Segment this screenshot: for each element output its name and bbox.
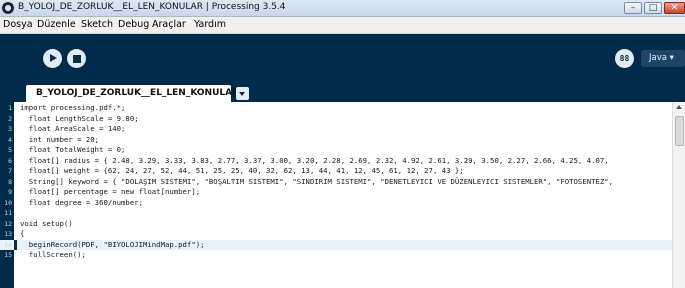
code-line[interactable]: 15 fullScreen(); bbox=[0, 250, 672, 261]
code-text[interactable]: float[] weight = {62, 24, 27, 52, 44, 51… bbox=[20, 166, 464, 177]
line-number: 1 bbox=[8, 104, 12, 112]
menu-yardim[interactable]: Yardım bbox=[194, 19, 226, 30]
code-text[interactable]: float LengthScale = 9.80; bbox=[20, 114, 139, 125]
code-text[interactable]: float[] percentage = new float[number]; bbox=[20, 187, 200, 198]
line-number: 12 bbox=[4, 219, 12, 228]
toolbar: 88 Java ▾ bbox=[0, 34, 685, 83]
code-line[interactable]: 4 int number = 20; bbox=[0, 135, 672, 146]
line-number: 8 bbox=[8, 177, 12, 186]
code-line[interactable]: 9 float[] percentage = new float[number]… bbox=[0, 187, 672, 198]
menu-debug[interactable]: Debug bbox=[118, 19, 149, 30]
code-text[interactable]: beginRecord(PDF, "BIYOLOJIMindMap.pdf"); bbox=[20, 240, 205, 251]
line-number: 14 bbox=[4, 240, 12, 249]
code-line[interactable]: 11 bbox=[0, 208, 672, 219]
stop-button[interactable] bbox=[67, 49, 86, 68]
line-number: 9 bbox=[8, 188, 12, 196]
processing-app-icon bbox=[2, 2, 14, 14]
window-title: B_YOLOJ_DE_ZORLUK__EL_LEN_KONULAR | Proc… bbox=[18, 2, 286, 12]
line-number: 13 bbox=[4, 230, 12, 238]
code-text[interactable]: import processing.pdf.*; bbox=[20, 103, 125, 114]
line-number: 6 bbox=[8, 156, 12, 165]
line-number: 2 bbox=[8, 114, 12, 123]
tab-label: B_YOLOJ_DE_ZORLUK__EL_LEN_KONULAR bbox=[36, 88, 240, 98]
active-line-marker bbox=[14, 239, 17, 250]
title-bar: B_YOLOJ_DE_ZORLUK__EL_LEN_KONULAR | Proc… bbox=[0, 0, 685, 17]
line-number: 10 bbox=[4, 198, 12, 207]
code-text[interactable]: int number = 20; bbox=[20, 135, 99, 146]
line-number: 7 bbox=[8, 167, 12, 175]
code-line[interactable]: 12 void setup() bbox=[0, 219, 672, 230]
stop-icon bbox=[72, 54, 81, 63]
mode-selector[interactable]: Java ▾ bbox=[641, 50, 685, 67]
code-line[interactable]: 14 beginRecord(PDF, "BIYOLOJIMindMap.pdf… bbox=[0, 239, 672, 251]
code-text[interactable]: float TotalWeight = 0; bbox=[20, 145, 126, 156]
menu-duzenle[interactable]: Düzenle bbox=[37, 19, 76, 30]
code-line[interactable]: 3 float AreaScale = 140; bbox=[0, 124, 672, 135]
debugger-button[interactable]: 88 bbox=[615, 49, 634, 68]
code-line[interactable]: 1 import processing.pdf.*; bbox=[0, 103, 672, 114]
code-line[interactable]: 7 float[] weight = {62, 24, 27, 52, 44, … bbox=[0, 166, 672, 177]
code-line[interactable]: 8 String[] keyword = { "DOLAŞIM SISTEMI"… bbox=[0, 177, 672, 188]
menu-araclar[interactable]: Araçlar bbox=[152, 19, 186, 30]
line-number: 3 bbox=[8, 125, 12, 133]
maximize-button[interactable]: □ bbox=[644, 2, 662, 14]
close-button[interactable]: ✕ bbox=[664, 2, 685, 14]
code-text[interactable]: void setup() bbox=[20, 219, 73, 230]
code-text[interactable]: { bbox=[20, 229, 24, 240]
code-text[interactable]: String[] keyword = { "DOLAŞIM SISTEMI", … bbox=[20, 177, 613, 188]
code-editor[interactable]: 1 import processing.pdf.*; 2 float LengthS… bbox=[0, 102, 685, 288]
code-line[interactable]: 6 float[] radius = { 2.48, 3.29, 3.33, 3… bbox=[0, 156, 672, 167]
code-line[interactable]: 10 float degree = 360/number; bbox=[0, 198, 672, 209]
menu-dosya[interactable]: Dosya bbox=[3, 19, 33, 30]
tab-strip: B_YOLOJ_DE_ZORLUK__EL_LEN_KONULAR bbox=[0, 83, 685, 102]
code-text[interactable]: float degree = 360/number; bbox=[20, 198, 143, 209]
play-icon bbox=[50, 54, 57, 62]
code-text[interactable]: float AreaScale = 140; bbox=[20, 124, 126, 135]
line-number: 5 bbox=[8, 146, 12, 154]
vertical-scrollbar[interactable] bbox=[672, 102, 685, 288]
code-text[interactable]: float[] radius = { 2.48, 3.29, 3.33, 3.8… bbox=[20, 156, 609, 167]
code-text[interactable]: fullScreen(); bbox=[20, 250, 86, 261]
tab-sketch[interactable]: B_YOLOJ_DE_ZORLUK__EL_LEN_KONULAR bbox=[26, 85, 239, 102]
code-line[interactable]: 13 { bbox=[0, 229, 672, 240]
code-line[interactable]: 5 float TotalWeight = 0; bbox=[0, 145, 672, 156]
scroll-up-arrow-icon[interactable] bbox=[676, 105, 682, 109]
code-line[interactable]: 2 float LengthScale = 9.80; bbox=[0, 114, 672, 125]
line-number: 11 bbox=[4, 209, 12, 217]
tab-menu-button[interactable] bbox=[236, 87, 249, 100]
line-number: 15 bbox=[4, 251, 12, 259]
menu-sketch[interactable]: Sketch bbox=[81, 19, 113, 30]
scroll-thumb[interactable] bbox=[675, 116, 684, 146]
minimize-button[interactable]: – bbox=[624, 2, 642, 14]
run-button[interactable] bbox=[43, 49, 62, 68]
line-number: 4 bbox=[8, 135, 12, 144]
menu-bar: Dosya Düzenle Sketch Debug Araçlar Yardı… bbox=[0, 17, 685, 34]
